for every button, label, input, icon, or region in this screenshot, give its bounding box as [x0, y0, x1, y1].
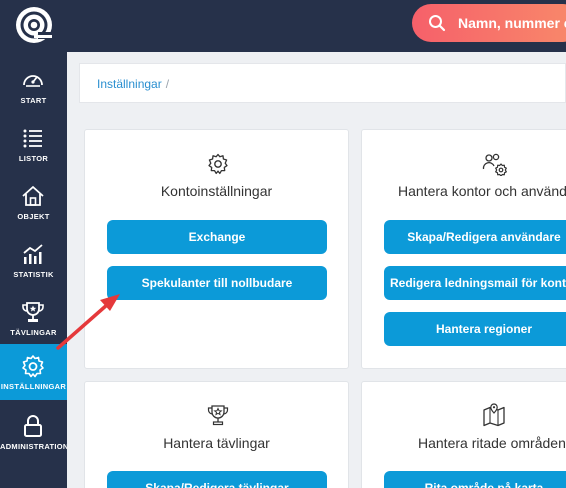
trophy-icon	[22, 302, 44, 322]
sidebar-item-label: LISTOR	[18, 154, 49, 163]
card-title: Hantera tävlingar	[163, 435, 270, 451]
sidebar-item-label: OBJEKT	[17, 212, 50, 221]
gear-icon	[22, 355, 44, 378]
sidebar-item-label: ADMINISTRATION	[0, 442, 67, 451]
sidebar-item-statistik[interactable]: STATISTIK	[0, 232, 67, 288]
breadcrumb: Inställningar /	[79, 63, 566, 103]
map-icon	[483, 403, 505, 427]
card-kontoinstallningar: Kontoinställningar Exchange Spekulanter …	[84, 129, 349, 369]
search-icon	[429, 15, 446, 32]
sidebar-item-label: START	[20, 96, 47, 105]
lock-icon	[24, 415, 42, 437]
redigera-ledningsmail-button[interactable]: Redigera ledningsmail för kontor	[384, 266, 566, 300]
sidebar-item-start[interactable]: START	[0, 58, 67, 114]
sidebar-item-tavlingar[interactable]: TÄVLINGAR	[0, 290, 67, 346]
gear-icon	[208, 153, 228, 175]
card-title: Kontoinställningar	[160, 183, 273, 199]
sidebar-item-label: TÄVLINGAR	[10, 328, 57, 337]
trophy-icon	[207, 405, 229, 426]
gauge-icon	[23, 75, 43, 87]
house-icon	[22, 186, 44, 206]
sidebar-item-objekt[interactable]: OBJEKT	[0, 174, 67, 230]
card-title: Hantera ritade områden	[418, 435, 566, 451]
app-logo-icon[interactable]	[14, 5, 54, 45]
skapa-redigera-tavlingar-button[interactable]: Skapa/Redigera tävlingar	[107, 471, 327, 488]
users-gear-icon	[482, 153, 507, 176]
sidebar-item-listor[interactable]: LISTOR	[0, 116, 67, 172]
card-hantera-tavlingar: Hantera tävlingar Skapa/Redigera tävling…	[84, 381, 349, 488]
spekulanter-nollbudare-button[interactable]: Spekulanter till nollbudare	[107, 266, 327, 300]
sidebar-item-administration[interactable]: ADMINISTRATION	[0, 404, 67, 460]
exchange-button[interactable]: Exchange	[107, 220, 327, 254]
hantera-regioner-button[interactable]: Hantera regioner	[384, 312, 566, 346]
sidebar-item-label: STATISTIK	[13, 270, 54, 279]
sidebar: START LISTOR OBJEKT STATISTIK TÄVLINGAR …	[0, 52, 67, 488]
search-bar[interactable]: Namn, nummer eller	[412, 4, 566, 42]
skapa-redigera-anvandare-button[interactable]: Skapa/Redigera användare	[384, 220, 566, 254]
rita-omrade-button[interactable]: Rita område på karta	[384, 471, 566, 488]
sidebar-item-installningar[interactable]: INSTÄLLNINGAR	[0, 344, 67, 400]
list-icon	[23, 129, 42, 148]
search-input[interactable]: Namn, nummer eller	[458, 15, 566, 31]
breadcrumb-link-installningar[interactable]: Inställningar	[97, 77, 162, 91]
top-bar: Namn, nummer eller	[0, 0, 566, 52]
card-hantera-ritade-omraden: Hantera ritade områden Rita område på ka…	[361, 381, 566, 488]
chart-icon	[23, 244, 43, 264]
sidebar-item-label: INSTÄLLNINGAR	[0, 382, 67, 391]
breadcrumb-separator: /	[165, 77, 170, 91]
card-title: Hantera kontor och användare	[398, 183, 566, 199]
card-hantera-kontor: Hantera kontor och användare Skapa/Redig…	[361, 129, 566, 369]
